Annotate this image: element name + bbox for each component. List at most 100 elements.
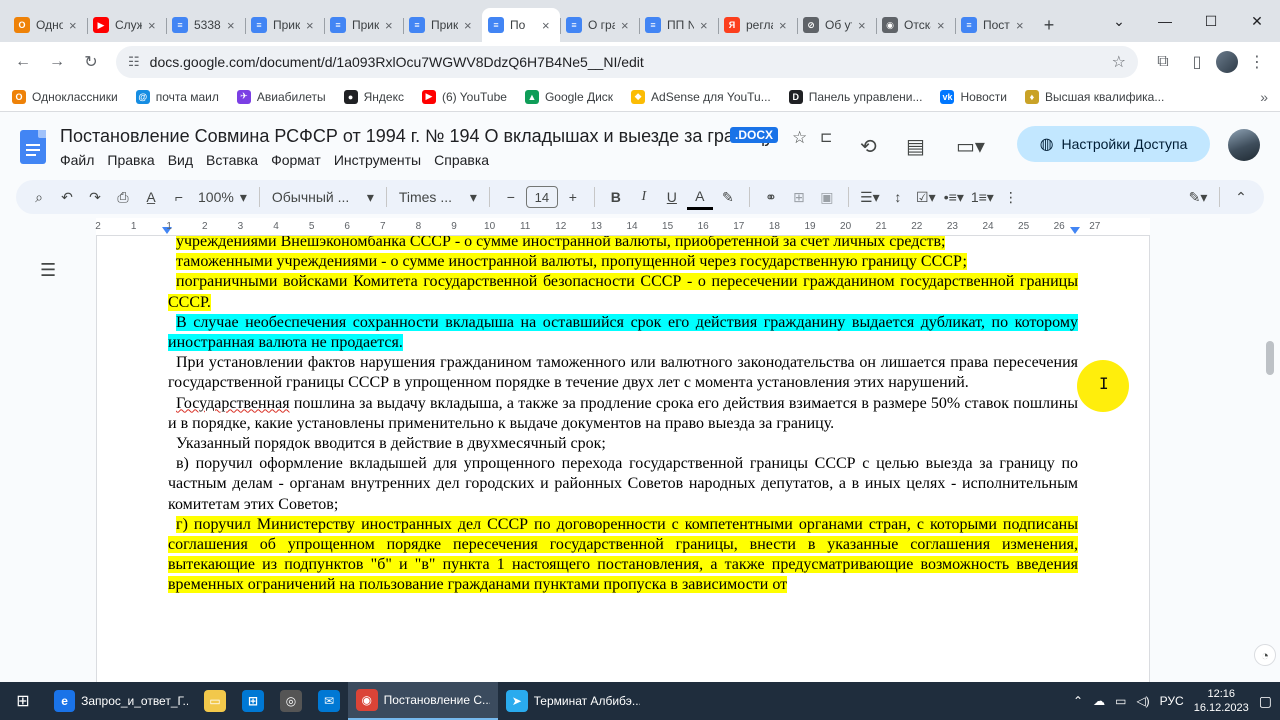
bookmark-item[interactable]: ♦ Высшая квалифика...: [1024, 89, 1164, 104]
bookmark-item[interactable]: vk Новости: [940, 89, 1007, 104]
user-avatar[interactable]: [1228, 129, 1260, 161]
menu-item[interactable]: Справка: [434, 152, 489, 168]
font-select[interactable]: Times ... ▾: [395, 189, 481, 206]
redo-icon[interactable]: ↷: [82, 184, 108, 210]
taskbar-app[interactable]: ➤ Терминат Албибэ...: [498, 682, 648, 720]
tab-search-icon[interactable]: ⌄: [1096, 0, 1142, 42]
reload-button[interactable]: ↻: [76, 47, 106, 77]
close-tab-icon[interactable]: ×: [542, 18, 554, 33]
document-title[interactable]: Постановление Совмина РСФСР от 1994 г. №…: [60, 126, 776, 147]
taskbar-app[interactable]: ◉ Постановление С...: [348, 682, 498, 720]
version-history-icon[interactable]: ⟲: [860, 134, 877, 159]
bookmark-item[interactable]: ✈ Авиабилеты: [236, 89, 326, 104]
browser-tab[interactable]: О Одноклассники ×: [8, 8, 87, 42]
search-menus-icon[interactable]: ⌕: [26, 184, 52, 210]
more-options-icon[interactable]: ⋮: [998, 184, 1024, 210]
increase-font-size-icon[interactable]: +: [560, 184, 586, 210]
bookmark-item[interactable]: ◆ AdSense для YouTu...: [631, 89, 771, 104]
close-window-button[interactable]: ✕: [1234, 0, 1280, 42]
forward-button[interactable]: →: [42, 47, 72, 77]
close-tab-icon[interactable]: ×: [148, 18, 160, 33]
numbered-list-icon[interactable]: 1≡▾: [969, 184, 996, 210]
browser-tab[interactable]: ≡ Приказ ×: [324, 8, 403, 42]
url-text[interactable]: docs.google.com/document/d/1a093RxlOcu7W…: [150, 54, 1102, 70]
italic-icon[interactable]: I: [631, 184, 657, 210]
underline-icon[interactable]: U: [659, 184, 685, 210]
browser-tab[interactable]: ≡ ПП № ×: [639, 8, 718, 42]
undo-icon[interactable]: ↶: [54, 184, 80, 210]
bookmark-item[interactable]: О Одноклассники: [12, 89, 118, 104]
browser-tab[interactable]: ≡ Приказ ×: [245, 8, 324, 42]
tray-overflow-icon[interactable]: ⌃: [1073, 694, 1083, 708]
close-tab-icon[interactable]: ×: [306, 18, 318, 33]
spellcheck-icon[interactable]: A̲: [138, 184, 164, 210]
bookmark-star-icon[interactable]: ☆: [1112, 52, 1126, 72]
insert-link-icon[interactable]: ⚭: [758, 184, 784, 210]
address-bar[interactable]: ☷ docs.google.com/document/d/1a093RxlOcu…: [116, 46, 1138, 78]
browser-tab[interactable]: ≡ По ×: [482, 8, 560, 42]
bulleted-list-icon[interactable]: •≡▾: [941, 184, 967, 210]
clock[interactable]: 12:16 16.12.2023: [1194, 687, 1249, 715]
onedrive-icon[interactable]: ☁: [1093, 694, 1105, 708]
close-tab-icon[interactable]: ×: [385, 18, 397, 33]
close-tab-icon[interactable]: ×: [858, 18, 870, 33]
menu-item[interactable]: Правка: [107, 152, 154, 168]
browser-tab[interactable]: ≡ Приказ ×: [403, 8, 482, 42]
bookmark-item[interactable]: @ почта маил: [135, 89, 219, 104]
browser-tab[interactable]: ◉ Отскан ×: [876, 8, 955, 42]
ruler[interactable]: 2 1 1 2 3 4 5 6 7 8 9 10 11 12 13 14 15 16 17 18 19 20 21 22 23 2…: [95, 218, 1150, 236]
docs-logo-icon[interactable]: [20, 130, 46, 164]
start-button[interactable]: ⊞: [0, 682, 46, 720]
decrease-font-size-icon[interactable]: −: [498, 184, 524, 210]
bold-icon[interactable]: B: [603, 184, 629, 210]
add-comment-icon[interactable]: ⊞: [786, 184, 812, 210]
side-panel-icon[interactable]: ▯: [1182, 47, 1212, 77]
taskbar-app[interactable]: ✉: [310, 682, 348, 720]
back-button[interactable]: ←: [8, 47, 38, 77]
zoom-select[interactable]: 100% ▾: [194, 189, 251, 206]
notifications-icon[interactable]: ▢: [1259, 693, 1272, 710]
line-spacing-icon[interactable]: ↕: [885, 184, 911, 210]
taskbar-app[interactable]: ▭: [196, 682, 234, 720]
browser-tab[interactable]: ≡ О гран ×: [560, 8, 639, 42]
extensions-icon[interactable]: ⧉: [1148, 47, 1178, 77]
menu-item[interactable]: Вид: [168, 152, 193, 168]
highlight-color-icon[interactable]: ✎: [715, 184, 741, 210]
right-indent-marker[interactable]: [1070, 227, 1080, 234]
browser-tab[interactable]: Яреглам ×: [718, 8, 797, 42]
browser-tab[interactable]: ≡ 5338 о ×: [166, 8, 245, 42]
browser-tab[interactable]: ≡ Постан ×: [955, 8, 1034, 42]
outline-icon[interactable]: ☰: [40, 260, 56, 281]
vertical-scrollbar[interactable]: [1266, 341, 1274, 375]
share-button[interactable]: ◍ Настройки Доступа: [1017, 126, 1210, 162]
close-tab-icon[interactable]: ×: [779, 18, 791, 33]
site-info-icon[interactable]: ☷: [128, 54, 140, 70]
menu-item[interactable]: Вставка: [206, 152, 258, 168]
collapse-menus-icon[interactable]: ⌃: [1228, 184, 1254, 210]
taskbar-app[interactable]: ⊞: [234, 682, 272, 720]
bookmarks-overflow-icon[interactable]: »: [1260, 89, 1268, 105]
meet-icon[interactable]: ▭▾: [956, 134, 985, 159]
font-size-input[interactable]: 14: [525, 186, 558, 208]
close-tab-icon[interactable]: ×: [937, 18, 949, 33]
star-icon[interactable]: ☆: [792, 128, 807, 148]
document-page[interactable]: учреждениями Внешэкономбанка СССР - о су…: [96, 236, 1150, 682]
text-color-icon[interactable]: A: [686, 184, 713, 210]
comments-icon[interactable]: ▤: [906, 134, 925, 159]
close-tab-icon[interactable]: ×: [69, 18, 81, 33]
move-folder-icon[interactable]: ⊏: [820, 128, 833, 146]
menu-item[interactable]: Файл: [60, 152, 94, 168]
close-tab-icon[interactable]: ×: [227, 18, 239, 33]
maximize-button[interactable]: ☐: [1188, 0, 1234, 42]
menu-item[interactable]: Инструменты: [334, 152, 421, 168]
language-indicator[interactable]: РУС: [1160, 694, 1184, 708]
spelling-flagged-word[interactable]: Государственная: [176, 395, 290, 412]
editing-mode-icon[interactable]: ✎▾: [1185, 184, 1211, 210]
minimize-button[interactable]: —: [1142, 0, 1188, 42]
menu-item[interactable]: Формат: [271, 152, 321, 168]
paint-format-icon[interactable]: ⌐: [166, 184, 192, 210]
browser-menu-icon[interactable]: ⋮: [1242, 47, 1272, 77]
close-tab-icon[interactable]: ×: [1016, 18, 1028, 33]
volume-icon[interactable]: ◁): [1136, 694, 1149, 708]
bookmark-item[interactable]: ● Яндекс: [343, 89, 404, 104]
